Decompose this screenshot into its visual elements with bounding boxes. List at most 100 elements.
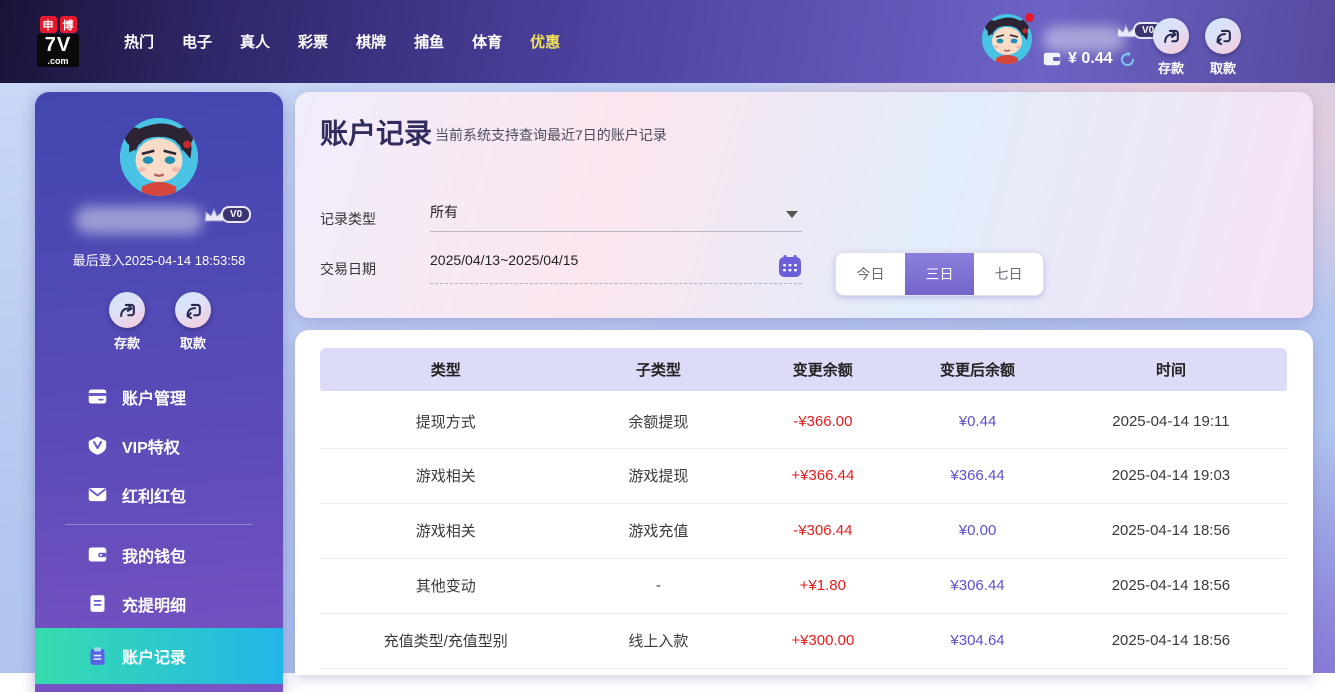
records-table: 类型子类型变更余额变更后余额时间 提现方式余额提现-¥366.00¥0.4420…: [320, 348, 1287, 669]
range-button-2[interactable]: 三日: [905, 253, 974, 295]
sidebar-deposit-button[interactable]: 存款: [95, 292, 159, 352]
cell-time: 2025-04-14 18:56: [1055, 503, 1287, 558]
logo-main-text: 7V: [37, 34, 79, 56]
cell-type: 其他变动: [320, 558, 571, 613]
deposit-label: 存款: [114, 333, 140, 352]
table-row: 其他变动-+¥1.80¥306.442025-04-14 18:56: [320, 558, 1287, 613]
clipboard-icon: [87, 646, 108, 667]
deposit-icon: [109, 292, 145, 328]
sidebar-item-6[interactable]: 账户记录: [35, 628, 283, 684]
page-title: 账户记录: [320, 112, 432, 152]
table-row: 提现方式余额提现-¥366.00¥0.442025-04-14 19:11: [320, 393, 1287, 448]
cell-subtype: -: [571, 558, 745, 613]
cell-change: -¥366.00: [745, 393, 900, 448]
notification-dot: [1025, 13, 1034, 22]
logo-tld-text: .com: [37, 56, 79, 67]
cell-time: 2025-04-14 18:56: [1055, 558, 1287, 613]
table-row: 游戏相关游戏充值-¥306.44¥0.002025-04-14 18:56: [320, 503, 1287, 558]
sidebar-menu: 账户管理 VIP特权红利红包我的钱包充提明细账户记录: [35, 372, 283, 684]
withdraw-label: 取款: [180, 333, 206, 352]
site-logo[interactable]: 申 博 7V .com: [30, 16, 86, 67]
wallet-icon: [1043, 52, 1061, 66]
refresh-icon[interactable]: [1119, 51, 1136, 68]
page-subtitle: 当前系统支持查询最近7日的账户记录: [435, 125, 667, 145]
record-type-select[interactable]: 所有: [430, 202, 802, 232]
nav-item-3[interactable]: 真人: [240, 31, 270, 52]
calendar-icon[interactable]: [778, 254, 802, 281]
cell-type: 提现方式: [320, 393, 571, 448]
table-row: 充值类型/充值型别线上入款+¥300.00¥304.642025-04-14 1…: [320, 613, 1287, 668]
table-header-cell: 时间: [1055, 348, 1287, 393]
nav-item-8[interactable]: 优惠: [530, 31, 560, 52]
cell-after: ¥366.44: [900, 448, 1055, 503]
cell-type: 游戏相关: [320, 448, 571, 503]
main-nav: 热门 电子 真人 彩票 棋牌 捕鱼 体育 优惠: [124, 31, 560, 52]
sidebar-item-label: 账户记录: [122, 644, 186, 668]
card-icon: [87, 386, 108, 407]
range-button-1[interactable]: 今日: [836, 253, 905, 295]
document-icon: [87, 593, 108, 614]
sidebar-item-4[interactable]: 我的钱包: [35, 530, 283, 579]
nav-item-7[interactable]: 体育: [472, 31, 502, 52]
navbar-user-area: V0 ¥ 0.44 存款: [955, 0, 1335, 83]
cell-type: 游戏相关: [320, 503, 571, 558]
logo-cn-badge: 申: [40, 16, 57, 33]
cell-time: 2025-04-14 18:56: [1055, 613, 1287, 668]
sidebar-username-row: V0: [35, 204, 283, 238]
nav-item-2[interactable]: 电子: [182, 31, 212, 52]
withdraw-button[interactable]: 取款: [1197, 18, 1249, 77]
sidebar-item-5[interactable]: 充提明细: [35, 579, 283, 628]
table-header-cell: 变更余额: [745, 348, 900, 393]
nav-item-1[interactable]: 热门: [124, 31, 154, 52]
withdraw-icon: [1205, 18, 1241, 54]
sidebar-withdraw-button[interactable]: 取款: [161, 292, 225, 352]
balance-row: ¥ 0.44: [1043, 50, 1136, 68]
nav-item-4[interactable]: 彩票: [298, 31, 328, 52]
withdraw-icon: [175, 292, 211, 328]
deposit-icon: [1153, 18, 1189, 54]
vip-level-badge: V0: [203, 206, 251, 223]
sidebar: V0 最后登入2025-04-14 18:53:58 存款: [35, 92, 283, 692]
cell-time: 2025-04-14 19:11: [1055, 393, 1287, 448]
cell-after: ¥306.44: [900, 558, 1055, 613]
vip-icon: [87, 435, 108, 456]
avatar-image: [982, 14, 1032, 64]
deposit-button[interactable]: 存款: [1145, 18, 1197, 77]
avatar-image: [120, 118, 198, 196]
user-avatar[interactable]: [982, 14, 1032, 64]
filter-panel: 账户记录 当前系统支持查询最近7日的账户记录 记录类型 所有 交易日期 2025…: [295, 92, 1313, 318]
blurred-username: [75, 206, 203, 234]
record-type-label: 记录类型: [320, 209, 376, 229]
sidebar-item-label: 账户管理: [122, 385, 186, 409]
sidebar-item-1[interactable]: 账户管理: [35, 372, 283, 421]
menu-divider: [65, 524, 253, 525]
cell-after: ¥0.00: [900, 503, 1055, 558]
nav-item-5[interactable]: 棋牌: [356, 31, 386, 52]
sidebar-item-2[interactable]: VIP特权: [35, 421, 283, 470]
records-panel: 类型子类型变更余额变更后余额时间 提现方式余额提现-¥366.00¥0.4420…: [295, 330, 1313, 675]
cell-type: 充值类型/充值型别: [320, 613, 571, 668]
cell-change: +¥366.44: [745, 448, 900, 503]
sidebar-avatar[interactable]: [120, 118, 198, 196]
sidebar-item-3[interactable]: 红利红包: [35, 470, 283, 519]
cell-change: +¥300.00: [745, 613, 900, 668]
cell-subtype: 线上入款: [571, 613, 745, 668]
cell-change: +¥1.80: [745, 558, 900, 613]
page-background: V0 最后登入2025-04-14 18:53:58 存款: [0, 83, 1335, 673]
date-label: 交易日期: [320, 259, 376, 279]
table-header-row: 类型子类型变更余额变更后余额时间: [320, 348, 1287, 393]
vip-label: V0: [221, 206, 251, 223]
range-button-3[interactable]: 七日: [974, 253, 1043, 295]
table-header-cell: 子类型: [571, 348, 745, 393]
blurred-username: [1043, 26, 1125, 52]
logo-cn-badge: 博: [60, 16, 77, 33]
sidebar-item-label: 我的钱包: [122, 543, 186, 567]
sidebar-item-label: VIP特权: [122, 434, 180, 458]
date-range-input[interactable]: 2025/04/13~2025/04/15: [430, 252, 802, 284]
cell-after: ¥0.44: [900, 393, 1055, 448]
table-header-cell: 类型: [320, 348, 571, 393]
sidebar-item-label: 红利红包: [122, 483, 186, 507]
nav-item-6[interactable]: 捕鱼: [414, 31, 444, 52]
last-login-text: 最后登入2025-04-14 18:53:58: [35, 250, 283, 269]
cell-subtype: 游戏提现: [571, 448, 745, 503]
